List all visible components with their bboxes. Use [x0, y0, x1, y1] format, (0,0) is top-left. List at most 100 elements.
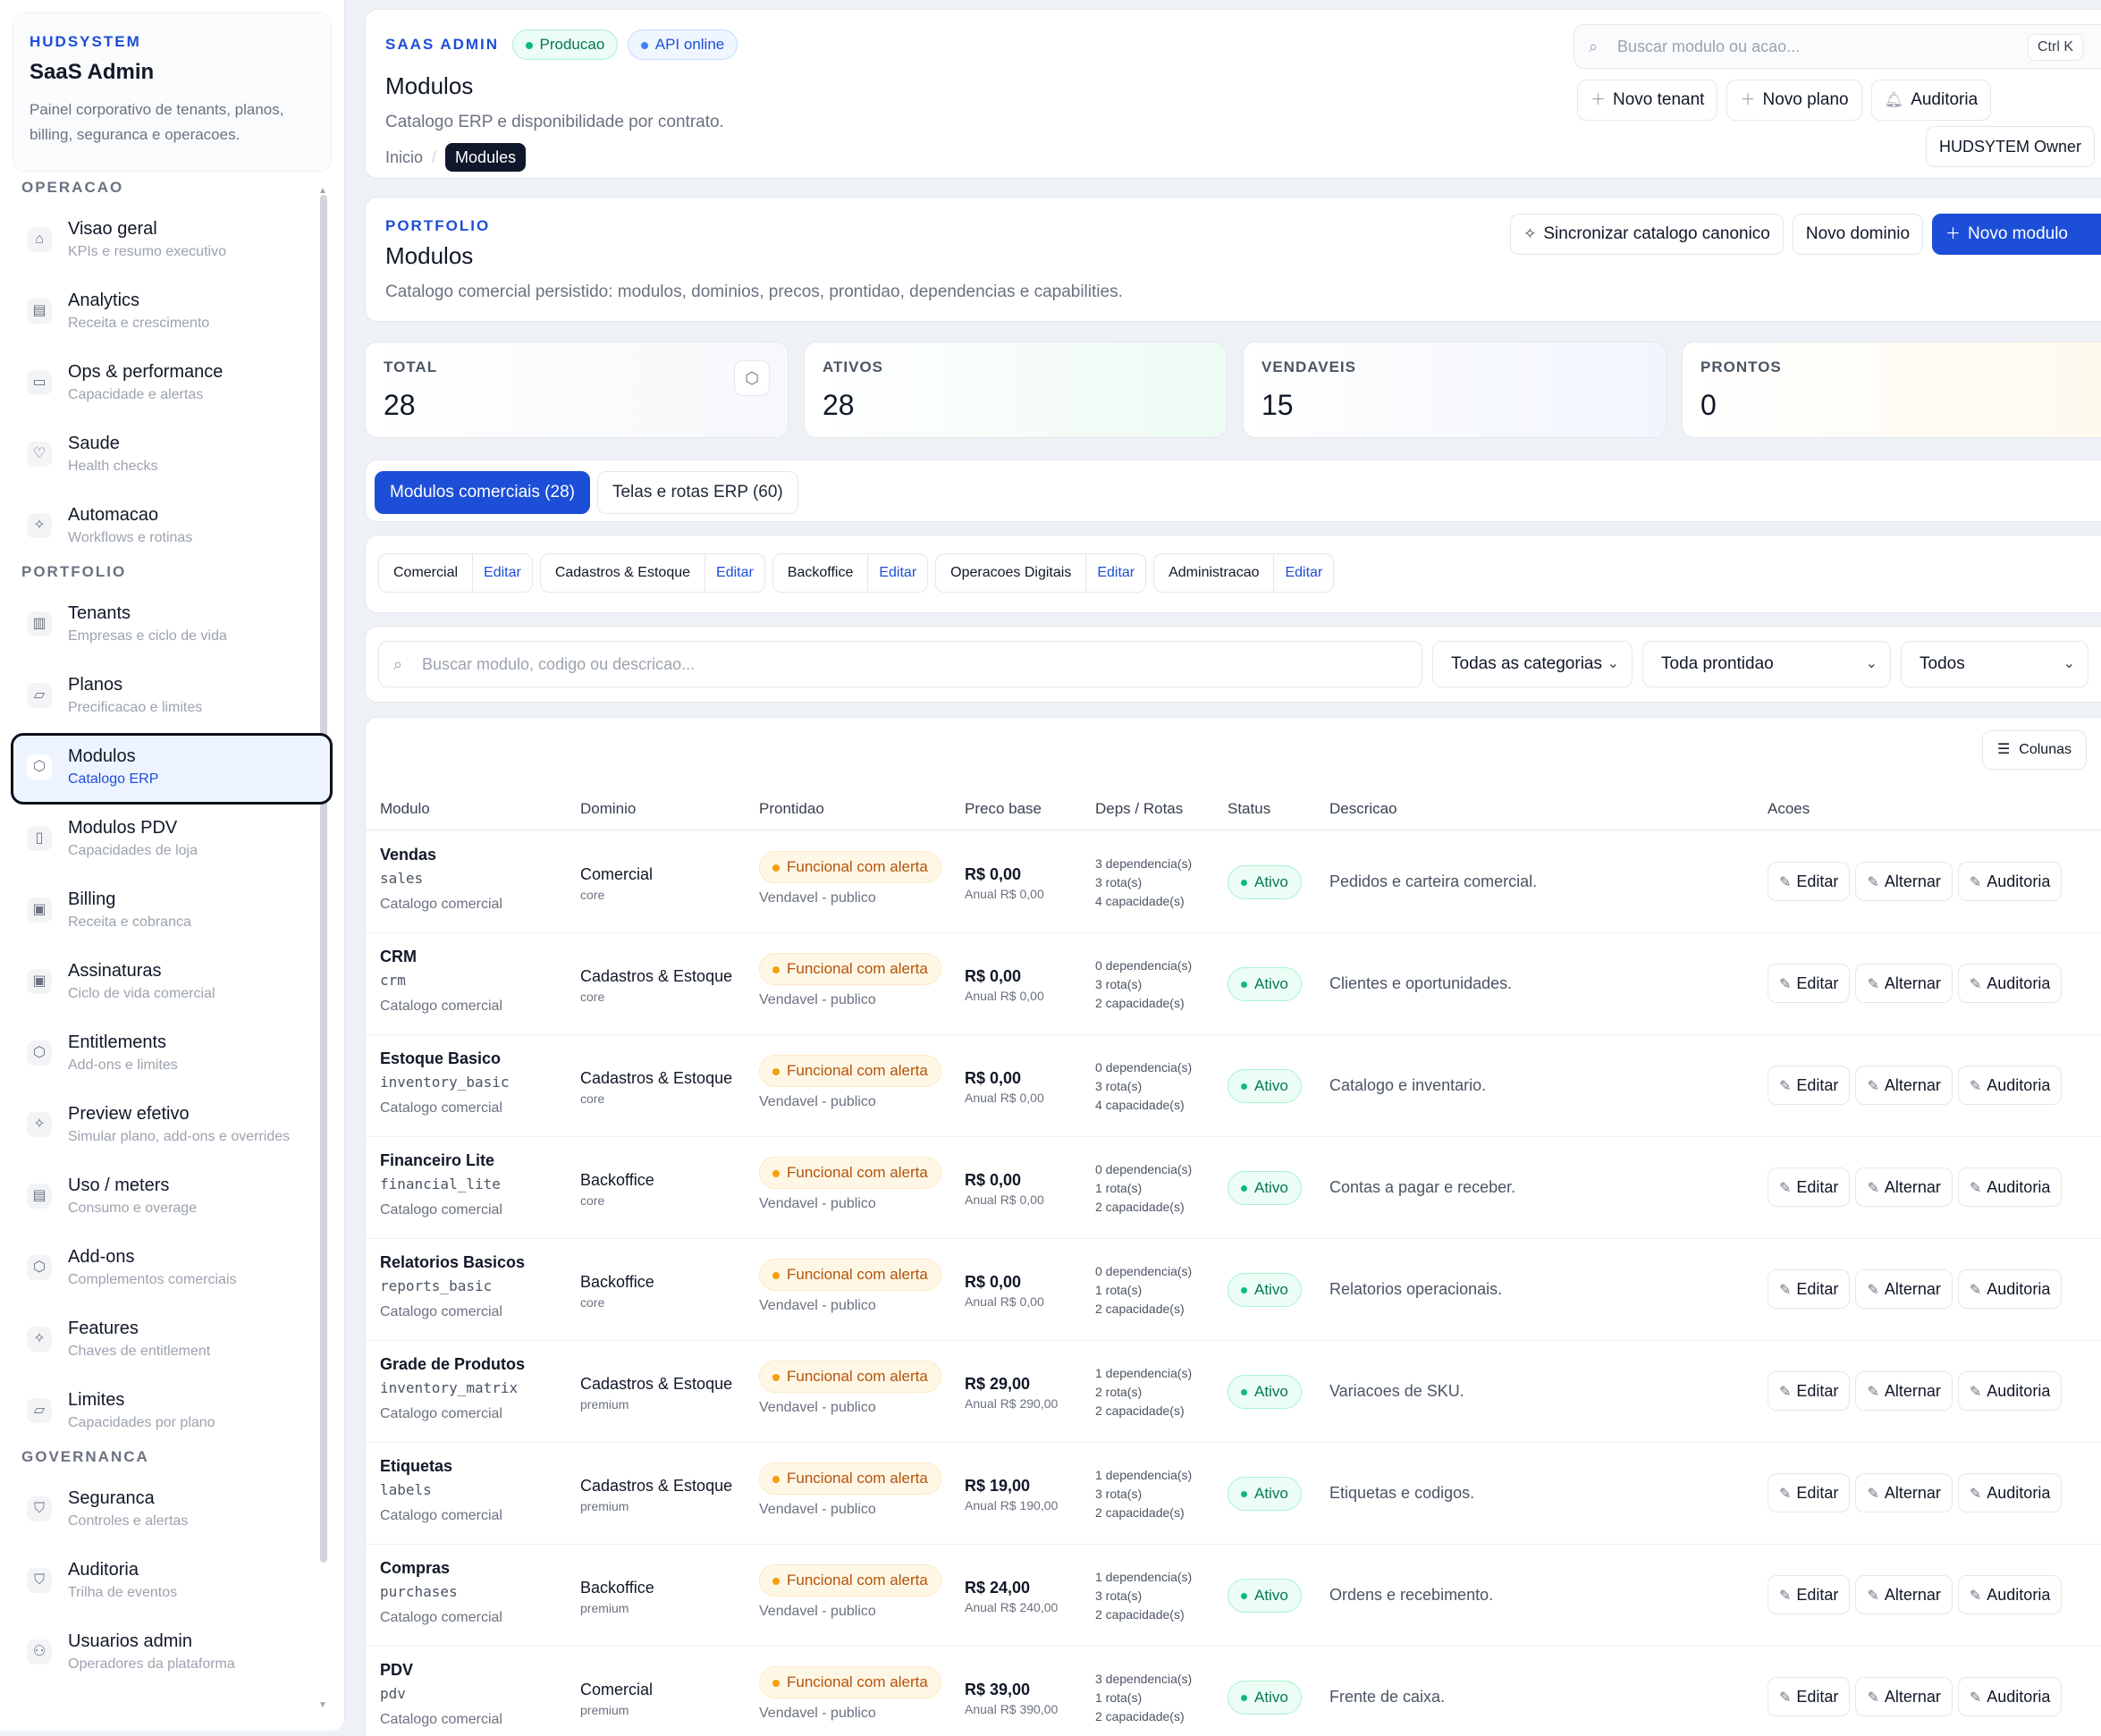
- status-select[interactable]: Todos ⌄: [1901, 641, 2088, 687]
- env-status-label: Producao: [539, 36, 605, 53]
- sidebar-item-tenants[interactable]: ▥ Tenants Empresas e ciclo de vida: [11, 590, 333, 662]
- domain-edit-link[interactable]: Editar: [1086, 554, 1145, 592]
- column-header[interactable]: Modulo: [380, 800, 430, 818]
- column-header[interactable]: Dominio: [580, 800, 636, 818]
- module-name[interactable]: CRM: [380, 946, 502, 967]
- sidebar-item-visao-geral[interactable]: ⌂ Visao geral KPIs e resumo executivo: [11, 206, 333, 277]
- global-search-input[interactable]: ⌕ Buscar modulo ou acao... Ctrl K: [1574, 24, 2101, 69]
- columns-button[interactable]: ☰ Colunas: [1981, 730, 2087, 770]
- domain-edit-link[interactable]: Editar: [473, 554, 532, 592]
- edit-row-button[interactable]: ✎ Editar: [1768, 1677, 1851, 1716]
- domain-chip-name[interactable]: Administracao: [1154, 554, 1275, 592]
- edit-row-button[interactable]: ✎ Editar: [1768, 862, 1851, 901]
- audit-row-button[interactable]: ✎ Auditoria: [1957, 1575, 2063, 1614]
- sidebar-item-modulos-pdv[interactable]: ▯ Modulos PDV Capacidades de loja: [11, 805, 333, 876]
- toggle-row-button[interactable]: ✎ Alternar: [1855, 1269, 1953, 1309]
- sidebar-item-auditoria[interactable]: ⛉ Auditoria Trilha de eventos: [11, 1546, 333, 1618]
- readiness-label: Funcional com alerta: [787, 1572, 928, 1589]
- sidebar-item-ops-performance[interactable]: ▭ Ops & performance Capacidade e alertas: [11, 349, 333, 420]
- audit-button[interactable]: 🔔︎ Auditoria: [1870, 80, 1992, 121]
- audit-row-button[interactable]: ✎ Auditoria: [1957, 1371, 2063, 1411]
- edit-row-button[interactable]: ✎ Editar: [1768, 1371, 1851, 1411]
- sync-catalog-button[interactable]: ✧ Sincronizar catalogo canonico: [1510, 214, 1784, 255]
- module-cell: CRM crm Catalogo comercial: [380, 946, 502, 1019]
- module-cell: Etiquetas labels Catalogo comercial: [380, 1455, 502, 1529]
- module-name[interactable]: Compras: [380, 1557, 502, 1579]
- new-tenant-button[interactable]: ＋ Novo tenant: [1577, 80, 1718, 121]
- new-domain-button[interactable]: Novo dominio: [1792, 214, 1924, 255]
- sidebar-item-add-ons[interactable]: ⬡ Add-ons Complementos comerciais: [11, 1234, 333, 1305]
- toggle-row-button[interactable]: ✎ Alternar: [1855, 1575, 1953, 1614]
- module-name[interactable]: Financeiro Lite: [380, 1150, 502, 1171]
- toggle-row-button[interactable]: ✎ Alternar: [1855, 964, 1953, 1003]
- domain-cell: Comercial core: [580, 864, 653, 905]
- module-name[interactable]: Grade de Produtos: [380, 1353, 525, 1375]
- sidebar-item-seguranca[interactable]: ⛉ Seguranca Controles e alertas: [11, 1475, 333, 1546]
- module-name[interactable]: Estoque Basico: [380, 1048, 510, 1069]
- sidebar-item-uso-meters[interactable]: ▤ Uso / meters Consumo e overage: [11, 1162, 333, 1234]
- edit-row-button[interactable]: ✎ Editar: [1768, 1269, 1851, 1309]
- module-name[interactable]: PDV: [380, 1659, 502, 1681]
- sidebar-item-planos[interactable]: ▱ Planos Precificacao e limites: [11, 662, 333, 733]
- sidebar-item-assinaturas[interactable]: ▣ Assinaturas Ciclo de vida comercial: [11, 948, 333, 1019]
- sidebar-item-features[interactable]: ✧ Features Chaves de entitlement: [11, 1305, 333, 1377]
- column-header[interactable]: Status: [1228, 800, 1270, 818]
- readiness-label: Funcional com alerta: [787, 1266, 928, 1283]
- audit-row-button[interactable]: ✎ Auditoria: [1957, 1066, 2063, 1105]
- audit-row-button[interactable]: ✎ Auditoria: [1957, 1167, 2063, 1207]
- edit-row-button[interactable]: ✎ Editar: [1768, 964, 1851, 1003]
- audit-row-button[interactable]: ✎ Auditoria: [1957, 1677, 2063, 1716]
- owner-menu-button[interactable]: HUDSYTEM Owner: [1926, 126, 2096, 167]
- module-name[interactable]: Vendas: [380, 844, 502, 865]
- sidebar-item-modulos[interactable]: ⬡ Modulos Catalogo ERP: [11, 733, 333, 805]
- module-name[interactable]: Etiquetas: [380, 1455, 502, 1477]
- toggle-row-button[interactable]: ✎ Alternar: [1855, 1473, 1953, 1513]
- domain-chip-name[interactable]: Backoffice: [773, 554, 869, 592]
- domain-edit-link[interactable]: Editar: [1274, 554, 1333, 592]
- module-search-input[interactable]: ⌕ Buscar modulo, codigo ou descricao...: [378, 641, 1422, 687]
- sidebar-item-preview-efetivo[interactable]: ✧ Preview efetivo Simular plano, add-ons e…: [11, 1091, 333, 1162]
- readiness-select[interactable]: Toda prontidao ⌄: [1642, 641, 1891, 687]
- breadcrumb-home-link[interactable]: Inicio: [385, 148, 423, 166]
- new-plan-button[interactable]: ＋ Novo plano: [1726, 80, 1862, 121]
- audit-row-button[interactable]: ✎ Auditoria: [1957, 1269, 2063, 1309]
- column-header[interactable]: Prontidao: [759, 800, 824, 818]
- annual-price: Anual R$ 290,00: [965, 1396, 1059, 1411]
- sidebar-item-analytics[interactable]: ▤ Analytics Receita e crescimento: [11, 277, 333, 349]
- sidebar: HUDSYSTEM SaaS Admin Painel corporativo …: [0, 0, 345, 1731]
- domain-chip-name[interactable]: Comercial: [379, 554, 474, 592]
- sidebar-item-limites[interactable]: ▱ Limites Capacidades por plano: [11, 1377, 333, 1448]
- edit-row-button[interactable]: ✎ Editar: [1768, 1575, 1851, 1614]
- toggle-row-button[interactable]: ✎ Alternar: [1855, 1066, 1953, 1105]
- users-icon: ⚇: [27, 1639, 52, 1664]
- audit-row-button[interactable]: ✎ Auditoria: [1957, 1473, 2063, 1513]
- tab-modulos-comerciais[interactable]: Modulos comerciais (28): [375, 471, 590, 514]
- column-header[interactable]: Preco base: [965, 800, 1042, 818]
- toggle-row-button[interactable]: ✎ Alternar: [1855, 1167, 1953, 1207]
- edit-row-button[interactable]: ✎ Editar: [1768, 1473, 1851, 1513]
- audit-row-button[interactable]: ✎ Auditoria: [1957, 862, 2063, 901]
- sidebar-item-automacao[interactable]: ✧ Automacao Workflows e rotinas: [11, 492, 333, 563]
- sidebar-item-entitlements[interactable]: ⬡ Entitlements Add-ons e limites: [11, 1019, 333, 1091]
- edit-row-button[interactable]: ✎ Editar: [1768, 1066, 1851, 1105]
- sidebar-item-usuarios-admin[interactable]: ⚇ Usuarios admin Operadores da plataforma: [11, 1618, 333, 1690]
- sidebar-item-saude[interactable]: ♡ Saude Health checks: [11, 420, 333, 492]
- toggle-row-button[interactable]: ✎ Alternar: [1855, 1677, 1953, 1716]
- module-name[interactable]: Relatorios Basicos: [380, 1251, 525, 1273]
- new-module-button[interactable]: ＋ Novo modulo: [1932, 214, 2101, 255]
- domain-edit-link[interactable]: Editar: [868, 554, 927, 592]
- sidebar-item-billing[interactable]: ▣ Billing Receita e cobranca: [11, 876, 333, 948]
- domain-edit-link[interactable]: Editar: [705, 554, 764, 592]
- status-cell: Ativo: [1228, 1477, 1302, 1511]
- column-header[interactable]: Deps / Rotas: [1095, 800, 1183, 818]
- warning-dot: [772, 1067, 780, 1075]
- toggle-row-button[interactable]: ✎ Alternar: [1855, 862, 1953, 901]
- audit-row-button[interactable]: ✎ Auditoria: [1957, 964, 2063, 1003]
- domain-chip-name[interactable]: Cadastros & Estoque: [541, 554, 706, 592]
- column-header[interactable]: Descricao: [1329, 800, 1397, 818]
- edit-row-button[interactable]: ✎ Editar: [1768, 1167, 1851, 1207]
- toggle-row-button[interactable]: ✎ Alternar: [1855, 1371, 1953, 1411]
- domain-chip-name[interactable]: Operacoes Digitais: [936, 554, 1087, 592]
- tab-telas-rotas[interactable]: Telas e rotas ERP (60): [596, 471, 798, 514]
- category-select[interactable]: Todas as categorias ⌄: [1432, 641, 1633, 687]
